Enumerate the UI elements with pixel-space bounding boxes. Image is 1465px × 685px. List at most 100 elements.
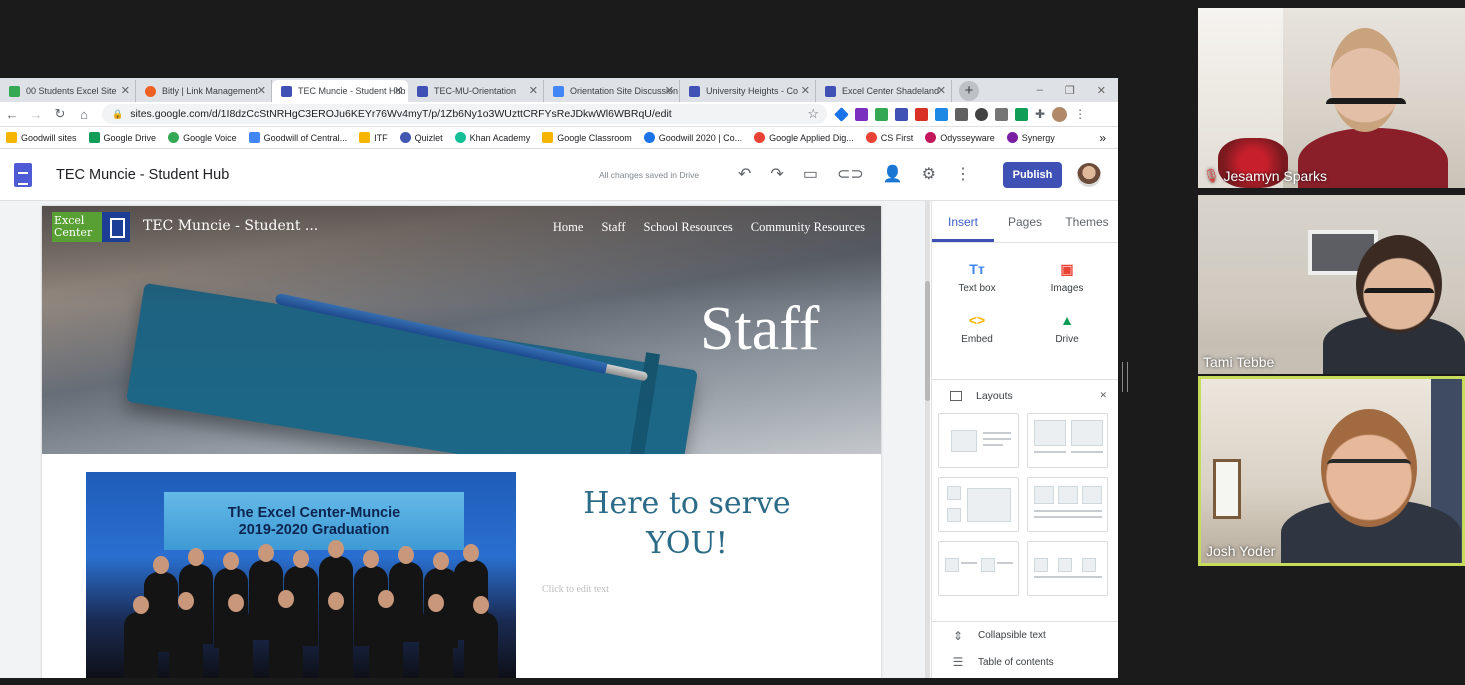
extension-icon[interactable]: [995, 107, 1008, 121]
graduation-photo[interactable]: The Excel Center-Muncie 2019-2020 Gradua…: [86, 472, 516, 678]
close-window-button[interactable]: ✕: [1097, 84, 1106, 97]
page-title[interactable]: Staff: [700, 294, 819, 365]
maximize-button[interactable]: ❐: [1065, 84, 1075, 97]
browser-tab[interactable]: Excel Center Shadeland ✕: [816, 80, 952, 102]
layout-option[interactable]: [1027, 413, 1108, 468]
avatar[interactable]: [1077, 163, 1101, 187]
tab-pages[interactable]: Pages: [994, 201, 1056, 242]
undo-icon[interactable]: ↶: [738, 164, 751, 184]
bookmark-item[interactable]: Google Classroom: [542, 132, 632, 143]
back-icon[interactable]: ←: [0, 107, 24, 122]
avatar[interactable]: [1052, 106, 1068, 122]
nav-home[interactable]: Home: [553, 220, 584, 235]
more-vert-icon[interactable]: ⋮: [955, 164, 971, 184]
canvas-scrollbar[interactable]: [925, 201, 930, 678]
browser-tab[interactable]: TEC-MU-Orientation ✕: [408, 80, 544, 102]
layout-option[interactable]: [938, 477, 1019, 532]
close-icon[interactable]: ✕: [394, 84, 403, 97]
insert-images[interactable]: ▣ Images: [1022, 261, 1112, 294]
reload-icon[interactable]: ↻: [48, 106, 72, 122]
site-logo[interactable]: Excel Center: [52, 212, 130, 242]
bookmark-item[interactable]: Google Voice: [168, 132, 237, 143]
bookmark-item[interactable]: Google Drive: [88, 132, 156, 143]
tab-insert[interactable]: Insert: [932, 201, 994, 242]
settings-gear-icon[interactable]: ⚙: [922, 164, 936, 184]
bookmark-star-icon[interactable]: ☆: [807, 106, 819, 122]
text-box-icon: Tт: [969, 261, 985, 277]
section-heading[interactable]: Here to serve YOU!: [582, 484, 792, 564]
forward-icon[interactable]: →: [24, 107, 48, 122]
close-icon[interactable]: ✕: [665, 84, 674, 97]
close-icon[interactable]: ✕: [257, 84, 266, 97]
extension-icon[interactable]: [895, 107, 908, 121]
bookmark-item[interactable]: Goodwill of Central...: [248, 132, 347, 143]
bookmark-item[interactable]: ITF: [359, 132, 388, 143]
hero-banner[interactable]: Excel Center TEC Muncie - Student ... Ho…: [42, 206, 881, 454]
extension-icon[interactable]: [935, 107, 948, 121]
home-icon[interactable]: ⌂: [72, 107, 96, 122]
browser-tab[interactable]: Orientation Site Discussion ✕: [544, 80, 680, 102]
close-icon[interactable]: ✕: [801, 84, 810, 97]
extension-icon[interactable]: [975, 107, 988, 121]
close-icon[interactable]: ✕: [529, 84, 538, 97]
copy-link-icon[interactable]: ⊂⊃: [837, 164, 864, 184]
document-title[interactable]: TEC Muncie - Student Hub: [56, 167, 229, 183]
insert-table-of-contents[interactable]: ☰ Table of contents: [932, 651, 1118, 673]
split-drag-handle[interactable]: [1122, 362, 1128, 392]
browser-tab[interactable]: 00 Students Excel Site ✕: [0, 80, 136, 102]
insert-text-box[interactable]: Tт Text box: [932, 261, 1022, 294]
participant-tile[interactable]: Tami Tebbe: [1198, 195, 1465, 374]
bookmark-item[interactable]: Quizlet: [399, 132, 443, 143]
layout-option[interactable]: [1027, 541, 1108, 596]
extension-icon[interactable]: [1015, 107, 1028, 121]
nav-community-resources[interactable]: Community Resources: [751, 220, 865, 235]
browser-tab-active[interactable]: TEC Muncie - Student Hub ✕: [272, 80, 408, 102]
embed-icon: <>: [968, 312, 986, 328]
minimize-button[interactable]: –: [1037, 84, 1043, 96]
google-sites-icon[interactable]: [14, 162, 32, 187]
participant-tile-active-speaker[interactable]: Josh Yoder: [1198, 376, 1465, 566]
bookmark-item[interactable]: Odysseyware: [925, 132, 995, 143]
close-icon[interactable]: ✕: [937, 84, 946, 97]
bookmark-item[interactable]: Google Applied Dig...: [754, 132, 854, 143]
publish-button[interactable]: Publish: [1003, 162, 1062, 188]
close-icon[interactable]: ✕: [121, 84, 130, 97]
layout-option[interactable]: [938, 541, 1019, 596]
extension-icon[interactable]: [915, 107, 928, 121]
participant-name-text: Josh Yoder: [1206, 543, 1276, 559]
share-icon[interactable]: 👤: [883, 164, 903, 184]
preview-devices-icon[interactable]: ▭: [803, 164, 818, 184]
redo-icon[interactable]: ↷: [770, 164, 783, 184]
extension-icon[interactable]: [834, 106, 849, 122]
layout-option[interactable]: [1027, 477, 1108, 532]
browser-tab[interactable]: University Heights - Co ✕: [680, 80, 816, 102]
bookmark-item[interactable]: Goodwill sites: [6, 132, 77, 143]
tab-themes[interactable]: Themes: [1056, 201, 1118, 242]
bookmarks-overflow-button[interactable]: »: [1099, 131, 1106, 145]
bookmark-item[interactable]: Goodwill 2020 | Co...: [643, 132, 742, 143]
extension-icon[interactable]: [855, 107, 868, 121]
bookmark-item[interactable]: CS First: [865, 132, 913, 143]
extension-icon[interactable]: [875, 107, 888, 121]
layout-option[interactable]: [938, 413, 1019, 468]
browser-tab[interactable]: Bitly | Link Management ✕: [136, 80, 272, 102]
text-placeholder[interactable]: Click to edit text: [542, 584, 609, 595]
more-vert-icon[interactable]: ⋮: [1074, 107, 1086, 121]
new-tab-button[interactable]: +: [959, 81, 979, 101]
insert-collapsible-text[interactable]: ⇕ Collapsible text: [932, 621, 1118, 643]
bookmark-item[interactable]: Khan Academy: [454, 132, 531, 143]
collapse-icon[interactable]: ✕: [1099, 390, 1107, 401]
participant-name-text: Jesamyn Sparks: [1223, 168, 1327, 184]
insert-embed[interactable]: <> Embed: [932, 312, 1022, 345]
nav-staff[interactable]: Staff: [601, 220, 625, 235]
site-name[interactable]: TEC Muncie - Student ...: [143, 218, 318, 234]
puzzle-icon[interactable]: ✚: [1035, 107, 1045, 121]
bookmark-label: Khan Academy: [469, 132, 531, 143]
bookmark-item[interactable]: Synergy: [1006, 132, 1055, 143]
insert-drive[interactable]: ▲ Drive: [1022, 312, 1112, 345]
participant-tile[interactable]: 🎙 Jesamyn Sparks: [1198, 8, 1465, 188]
extension-icon[interactable]: [955, 107, 968, 121]
url-field[interactable]: 🔒 sites.google.com/d/1I8dzCcStNRHgC3EROJ…: [102, 104, 827, 124]
nav-school-resources[interactable]: School Resources: [644, 220, 733, 235]
layouts-section-header[interactable]: Layouts ✕: [932, 379, 1118, 411]
